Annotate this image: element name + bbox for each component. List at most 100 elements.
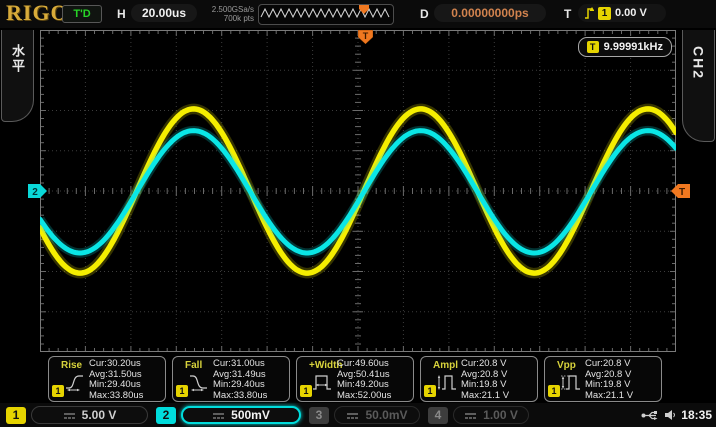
measurement-max: Max:33.80us bbox=[213, 391, 285, 402]
measurement-label: Vpp bbox=[557, 360, 576, 371]
measurement-min: Min:29.40us bbox=[213, 380, 285, 391]
channel-2-badge[interactable]: 2 bbox=[156, 407, 176, 424]
dc-coupling-icon bbox=[63, 411, 76, 420]
measurement-cur: Cur:31.00us bbox=[213, 359, 285, 370]
channel-menu-tab-label: CH2 bbox=[691, 46, 707, 141]
rise-time-icon bbox=[64, 372, 85, 392]
channel-menu-tab[interactable]: CH2 bbox=[682, 30, 715, 142]
channel-groups: 1 5.00 V 2 500mV 3 50.0mV 4 1.00 V bbox=[6, 406, 537, 424]
svg-text:2: 2 bbox=[32, 187, 38, 198]
right-sidebar: CH2 bbox=[676, 28, 716, 403]
measurement-max: Max:33.80us bbox=[89, 391, 161, 402]
measurement-cur: Cur:30.20us bbox=[89, 359, 161, 370]
channel-2-scale-box[interactable]: 500mV bbox=[181, 406, 301, 424]
measurement-values: Cur:20.8 V Avg:20.8 V Min:19.8 V Max:21.… bbox=[461, 359, 533, 401]
fall-time-icon bbox=[188, 372, 209, 392]
acquisition-info: 2.500GSa/s 700k pts bbox=[197, 5, 254, 23]
measurement-box-pwidth[interactable]: +Width 1 Cur:49.60us Avg:50.41us Min:49.… bbox=[296, 356, 414, 402]
trigger-source-badge: 1 bbox=[598, 7, 611, 20]
measurement-values: Cur:30.20us Avg:31.50us Min:29.40us Max:… bbox=[89, 359, 161, 401]
channel-3-group[interactable]: 3 50.0mV bbox=[309, 406, 420, 424]
measurement-row: Rise 1 Cur:30.20us Avg:31.50us Min:29.40… bbox=[48, 356, 662, 402]
measurement-max: Max:52.00us bbox=[337, 391, 409, 402]
measurement-channel-badge: 1 bbox=[300, 385, 312, 397]
measurement-cur: Cur:20.8 V bbox=[461, 359, 533, 370]
channel-1-scale-box[interactable]: 5.00 V bbox=[31, 406, 148, 424]
measurement-channel-badge: 1 bbox=[424, 385, 436, 397]
channel-2-group[interactable]: 2 500mV bbox=[156, 406, 301, 424]
measurement-box-fall[interactable]: Fall 1 Cur:31.00us Avg:31.49us Min:29.40… bbox=[172, 356, 290, 402]
clock: 18:35 bbox=[681, 408, 712, 422]
oscilloscope-screen: RIGOL T'D H 20.00us 2.500GSa/s 700k pts … bbox=[0, 0, 716, 427]
measurement-min: Min:19.8 V bbox=[461, 380, 533, 391]
dc-coupling-icon bbox=[464, 411, 477, 420]
channel-1-group[interactable]: 1 5.00 V bbox=[6, 406, 148, 424]
delay-readout[interactable]: 0.00000000ps bbox=[434, 4, 546, 22]
trigger-position-flag-icon[interactable]: T bbox=[358, 30, 373, 44]
channel-4-group[interactable]: 4 1.00 V bbox=[428, 406, 529, 424]
waveform-position-strip[interactable] bbox=[258, 4, 394, 25]
channel-3-badge[interactable]: 3 bbox=[309, 407, 329, 424]
sample-rate: 2.500GSa/s bbox=[197, 5, 254, 14]
frequency-counter-badge: T 9.99991kHz bbox=[578, 37, 672, 57]
measurement-cur: Cur:20.8 V bbox=[585, 359, 657, 370]
left-sidebar: 水平 bbox=[0, 28, 40, 403]
measurement-cur: Cur:49.60us bbox=[337, 359, 409, 370]
channel-4-badge[interactable]: 4 bbox=[428, 407, 448, 424]
memory-waveform-preview bbox=[259, 5, 391, 22]
measurement-label: Rise bbox=[61, 360, 82, 371]
frequency-counter-value: 9.99991kHz bbox=[604, 41, 663, 53]
measurement-channel-badge: 1 bbox=[548, 385, 560, 397]
status-area: 18:35 bbox=[641, 408, 716, 422]
channel-4-scale-box[interactable]: 1.00 V bbox=[453, 406, 529, 424]
measurement-channel-badge: 1 bbox=[176, 385, 188, 397]
amplitude-icon bbox=[436, 372, 457, 392]
horizontal-label: H bbox=[117, 7, 126, 21]
top-status-bar: RIGOL T'D H 20.00us 2.500GSa/s 700k pts … bbox=[0, 0, 716, 28]
bottom-channel-bar: 1 5.00 V 2 500mV 3 50.0mV 4 1.00 V 18:35 bbox=[0, 403, 716, 427]
channel-1-badge[interactable]: 1 bbox=[6, 407, 26, 424]
measurement-min: Min:49.20us bbox=[337, 380, 409, 391]
usb-icon bbox=[641, 410, 659, 421]
measurement-min: Min:19.8 V bbox=[585, 380, 657, 391]
svg-text:T: T bbox=[363, 31, 369, 41]
trigger-level-readout: 0.00 V bbox=[615, 7, 647, 19]
measurement-box-vpp[interactable]: Vpp 1 Cur:20.8 V Avg:20.8 V Min:19.8 V M… bbox=[544, 356, 662, 402]
measurement-box-rise[interactable]: Rise 1 Cur:30.20us Avg:31.50us Min:29.40… bbox=[48, 356, 166, 402]
ch2-ground-marker-icon[interactable]: 2 bbox=[27, 183, 48, 199]
channel-2-scale: 500mV bbox=[231, 408, 270, 422]
timebase-readout[interactable]: 20.00us bbox=[131, 4, 197, 22]
measurement-label: Fall bbox=[185, 360, 202, 371]
waveform-traces bbox=[40, 30, 676, 352]
channel-4-scale: 1.00 V bbox=[483, 408, 518, 422]
plus-width-icon bbox=[312, 372, 333, 392]
svg-text:T: T bbox=[679, 187, 685, 198]
trigger-level-marker-icon[interactable]: T bbox=[671, 183, 691, 199]
horizontal-menu-tab[interactable]: 水平 bbox=[1, 30, 34, 122]
channel-3-scale: 50.0mV bbox=[365, 408, 407, 422]
measurement-values: Cur:31.00us Avg:31.49us Min:29.40us Max:… bbox=[213, 359, 285, 401]
measurement-box-ampl[interactable]: Ampl 1 Cur:20.8 V Avg:20.8 V Min:19.8 V … bbox=[420, 356, 538, 402]
trigger-settings-readout[interactable]: 1 0.00 V bbox=[578, 4, 666, 22]
measurement-values: Cur:49.60us Avg:50.41us Min:49.20us Max:… bbox=[337, 359, 409, 401]
horizontal-menu-tab-label: 水平 bbox=[8, 44, 27, 121]
rising-edge-slope-icon bbox=[584, 6, 594, 20]
channel-1-scale: 5.00 V bbox=[82, 408, 117, 422]
channel-3-scale-box[interactable]: 50.0mV bbox=[334, 406, 420, 424]
measurement-label: Ampl bbox=[433, 360, 458, 371]
measurement-min: Min:29.40us bbox=[89, 380, 161, 391]
vpp-icon bbox=[560, 372, 581, 392]
dc-coupling-icon bbox=[346, 411, 359, 420]
waveform-display-area: T 2 T T 9.99991kHz bbox=[40, 30, 676, 352]
measurement-values: Cur:20.8 V Avg:20.8 V Min:19.8 V Max:21.… bbox=[585, 359, 657, 401]
trigger-label: T bbox=[564, 7, 571, 21]
measurement-max: Max:21.1 V bbox=[461, 391, 533, 402]
measurement-max: Max:21.1 V bbox=[585, 391, 657, 402]
delay-label: D bbox=[420, 7, 429, 21]
memory-depth: 700k pts bbox=[197, 14, 254, 23]
dc-coupling-icon bbox=[212, 411, 225, 420]
speaker-icon bbox=[664, 409, 676, 421]
trigger-position-mini-flag[interactable] bbox=[359, 5, 369, 14]
measurement-channel-badge: 1 bbox=[52, 385, 64, 397]
counter-trigger-icon: T bbox=[587, 41, 599, 53]
